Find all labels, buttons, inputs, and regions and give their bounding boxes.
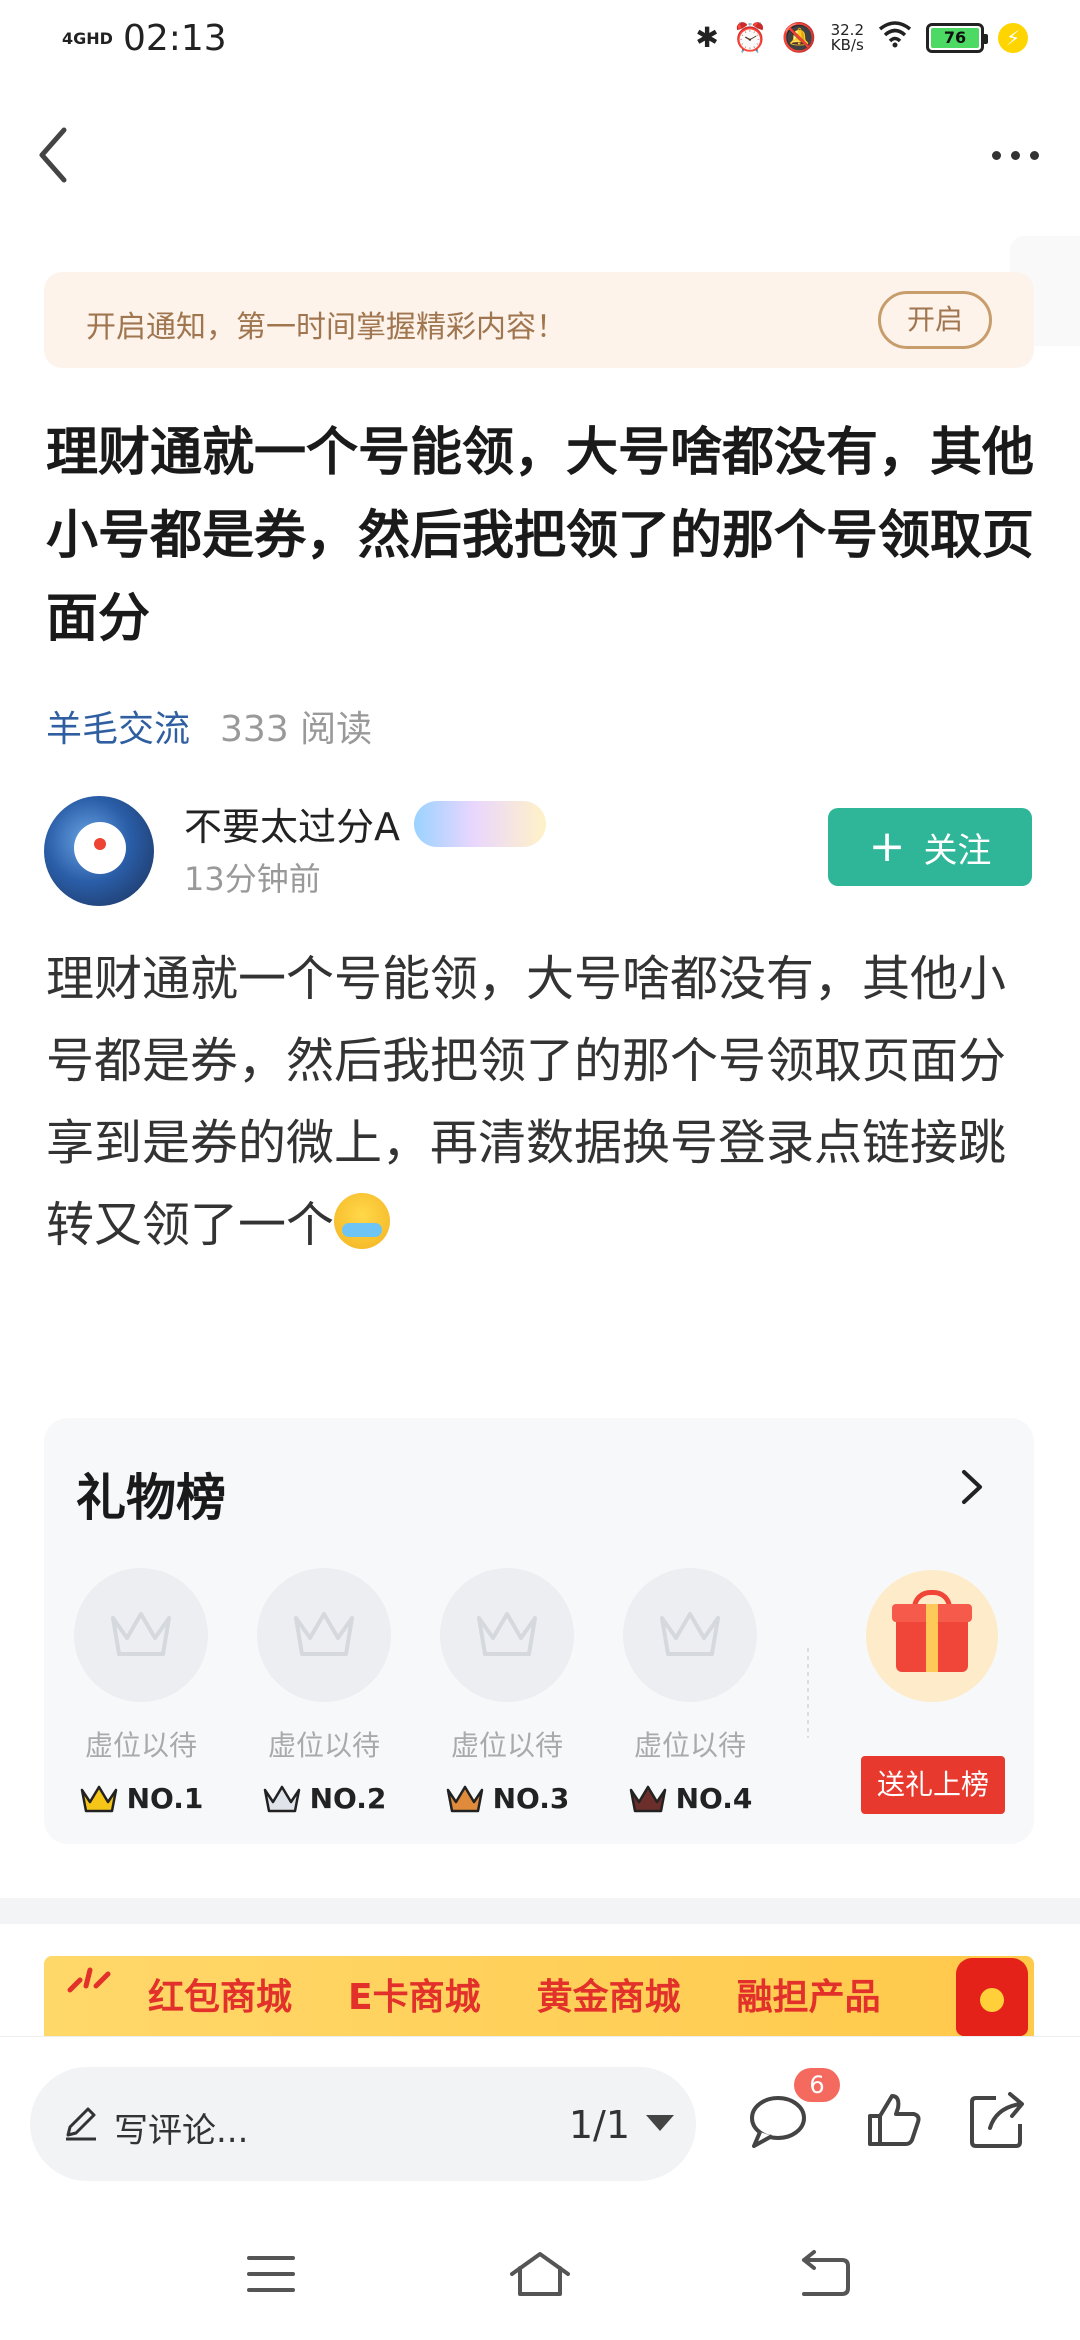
send-gift-button[interactable]: 送礼上榜 <box>861 1756 1005 1814</box>
crying-laughing-emoji-icon <box>334 1193 391 1249</box>
author-row[interactable]: 不要太过分A <box>184 796 546 851</box>
thumbs-up-icon[interactable] <box>862 2088 926 2152</box>
gift-box-icon[interactable] <box>866 1570 998 1702</box>
battery-level: 76 <box>931 27 979 48</box>
back-nav-icon[interactable] <box>788 2244 860 2304</box>
gift-board-title: 礼物榜 <box>76 1469 226 1527</box>
red-envelope-mascot-icon <box>956 1958 1028 2036</box>
status-bar: 4GHD 02:13 ✱ ⏰ 🔕 32.2 KB/s 76 ⚡ <box>0 0 1080 84</box>
page-indicator[interactable]: 1/1 <box>569 2103 630 2147</box>
plus-icon: + <box>868 821 906 872</box>
post-body: 理财通就一个号能领，大号啥都没有，其他小号都是券，然后我把领了的那个号领取页面分… <box>46 951 1007 1253</box>
comment-input[interactable]: 写评论... 1/1 <box>30 2067 696 2181</box>
gift-slot-1[interactable]: 虚位以待 NO.1 <box>74 1568 208 1815</box>
gift-slot-3[interactable]: 虚位以待 NO.3 <box>440 1568 574 1815</box>
comment-count-badge: 6 <box>794 2068 840 2102</box>
bronze-crown-icon <box>446 1785 483 1812</box>
chevron-left-icon <box>39 127 67 183</box>
wifi-icon <box>878 20 912 55</box>
post-meta: 羊毛交流 333 阅读 <box>46 700 372 752</box>
pencil-icon <box>66 2107 96 2141</box>
follow-label: 关注 <box>923 830 992 871</box>
gold-crown-icon <box>80 1785 117 1812</box>
medal-badge-icon <box>414 800 546 847</box>
caret-down-icon[interactable] <box>646 2115 674 2131</box>
gift-slot-4[interactable]: 虚位以待 NO.4 <box>623 1568 757 1815</box>
crown-outline-icon <box>477 1612 537 1656</box>
banner-item-guarantee[interactable]: 融担产品 <box>737 1968 881 2020</box>
battery-icon: 76 <box>926 22 988 53</box>
promo-banner[interactable]: 红包商城 E卡商城 黄金商城 融担产品 <box>44 1956 1034 2036</box>
home-icon[interactable] <box>504 2244 576 2304</box>
silver-crown-icon <box>263 1785 300 1812</box>
divider <box>807 1648 809 1738</box>
system-navigation-bar <box>0 2224 1080 2334</box>
mute-icon: 🔕 <box>781 21 817 54</box>
category-tag[interactable]: 羊毛交流 <box>46 700 190 752</box>
bluetooth-icon: ✱ <box>695 21 719 54</box>
author-name[interactable]: 不要太过分A <box>184 796 400 851</box>
sparkle-icon <box>67 1967 111 1993</box>
gift-slot-2[interactable]: 虚位以待 NO.2 <box>257 1568 391 1815</box>
enable-notification-button[interactable]: 开启 <box>878 291 992 349</box>
crown-outline-icon <box>111 1612 171 1656</box>
banner-item-hongbao[interactable]: 红包商城 <box>148 1968 292 2020</box>
network-speed: 32.2 KB/s <box>830 20 864 54</box>
dark-crown-icon <box>629 1785 666 1812</box>
more-dots-icon <box>991 150 1001 160</box>
post-time: 13分钟前 <box>184 860 321 898</box>
gift-board: 礼物榜 虚位以待 NO.1 虚位以待 NO.2 虚位以待 NO.3 虚位以待 N… <box>44 1418 1034 1844</box>
charging-icon: ⚡ <box>998 22 1028 53</box>
comment-placeholder: 写评论... <box>114 2111 249 2151</box>
banner-item-gold[interactable]: 黄金商城 <box>537 1968 681 2020</box>
share-icon[interactable] <box>966 2088 1030 2152</box>
alarm-icon: ⏰ <box>732 21 768 54</box>
network-indicator: 4GHD <box>62 28 113 48</box>
notification-prompt: 开启通知，第一时间掌握精彩内容！ 开启 <box>44 272 1034 368</box>
back-button[interactable] <box>24 120 84 190</box>
notification-prompt-text: 开启通知，第一时间掌握精彩内容！ <box>86 310 566 345</box>
section-divider <box>0 1898 1080 1924</box>
chevron-right-icon[interactable] <box>954 1462 990 1512</box>
avatar[interactable] <box>44 796 154 906</box>
crown-outline-icon <box>660 1612 720 1656</box>
post-title: 理财通就一个号能领，大号啥都没有，其他小号都是券，然后我把领了的那个号领取页面分 <box>46 423 1035 649</box>
status-time: 02:13 <box>122 18 227 59</box>
menu-icon[interactable] <box>235 2244 307 2304</box>
crown-outline-icon <box>294 1612 354 1656</box>
follow-button[interactable]: + 关注 <box>828 808 1032 886</box>
more-options-button[interactable] <box>980 130 1050 180</box>
read-count: 333 阅读 <box>220 709 373 750</box>
banner-item-ecard[interactable]: E卡商城 <box>348 1968 481 2020</box>
